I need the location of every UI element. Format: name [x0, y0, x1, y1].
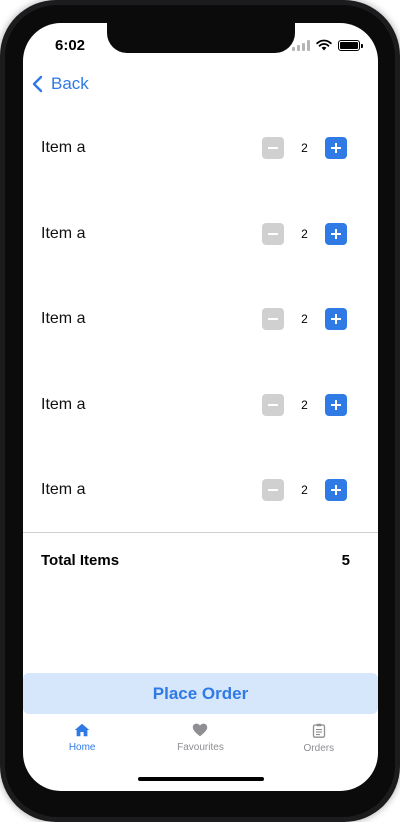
quantity-value: 2	[301, 227, 308, 241]
quantity-value: 2	[301, 141, 308, 155]
decrement-button[interactable]	[262, 479, 284, 501]
screen: 6:02 Back Item a 2 Item a 2 Item a 2 Ite…	[23, 23, 378, 791]
back-button[interactable]: Back	[31, 74, 89, 94]
increment-button[interactable]	[325, 223, 347, 245]
home-icon	[74, 723, 90, 737]
quantity-value: 2	[301, 312, 308, 326]
plus-icon	[331, 400, 341, 410]
list-item: Item a 2	[23, 299, 378, 339]
quantity-stepper: 2	[262, 308, 347, 330]
minus-icon	[268, 318, 278, 320]
item-name: Item a	[41, 481, 86, 498]
tab-home-label: Home	[68, 742, 96, 753]
total-items-value: 5	[341, 552, 350, 569]
status-time: 6:02	[55, 37, 86, 54]
home-indicator	[138, 777, 264, 781]
tab-orders[interactable]: Orders	[260, 715, 378, 765]
tab-bar: Home Favourites Orders	[23, 715, 378, 765]
tab-favourites[interactable]: Favourites	[141, 715, 259, 765]
increment-button[interactable]	[325, 479, 347, 501]
place-order-button[interactable]: Place Order	[23, 673, 378, 714]
item-name: Item a	[41, 310, 86, 327]
quantity-stepper: 2	[262, 137, 347, 159]
increment-button[interactable]	[325, 137, 347, 159]
quantity-stepper: 2	[262, 394, 347, 416]
list-item: Item a 2	[23, 385, 378, 425]
status-icons	[292, 39, 363, 51]
chevron-left-icon	[32, 75, 43, 93]
item-name: Item a	[41, 139, 86, 156]
battery-icon	[338, 39, 363, 51]
list-item: Item a 2	[23, 214, 378, 254]
heart-icon	[193, 723, 208, 737]
notch	[107, 23, 295, 53]
tab-favourites-label: Favourites	[177, 742, 224, 753]
quantity-value: 2	[301, 398, 308, 412]
increment-button[interactable]	[325, 308, 347, 330]
plus-icon	[331, 143, 341, 153]
decrement-button[interactable]	[262, 223, 284, 245]
back-label: Back	[51, 74, 89, 93]
minus-icon	[268, 233, 278, 235]
minus-icon	[268, 489, 278, 491]
volume-down-button	[0, 268, 1, 330]
tab-orders-label: Orders	[303, 743, 335, 754]
item-name: Item a	[41, 225, 86, 242]
tab-home[interactable]: Home	[23, 715, 141, 765]
minus-icon	[268, 147, 278, 149]
cellular-signal-icon	[292, 39, 310, 51]
increment-button[interactable]	[325, 394, 347, 416]
plus-icon	[331, 314, 341, 324]
volume-up-button	[0, 192, 1, 254]
quantity-stepper: 2	[262, 479, 347, 501]
wifi-icon	[316, 39, 332, 51]
plus-icon	[331, 229, 341, 239]
mute-switch	[0, 132, 1, 162]
list-item: Item a 2	[23, 470, 378, 510]
clipboard-icon	[312, 723, 325, 738]
item-name: Item a	[41, 396, 86, 413]
quantity-value: 2	[301, 483, 308, 497]
decrement-button[interactable]	[262, 308, 284, 330]
plus-icon	[331, 485, 341, 495]
list-item: Item a 2	[23, 128, 378, 168]
divider	[23, 532, 378, 533]
decrement-button[interactable]	[262, 394, 284, 416]
total-items-label: Total Items	[41, 552, 120, 569]
quantity-stepper: 2	[262, 223, 347, 245]
minus-icon	[268, 404, 278, 406]
decrement-button[interactable]	[262, 137, 284, 159]
